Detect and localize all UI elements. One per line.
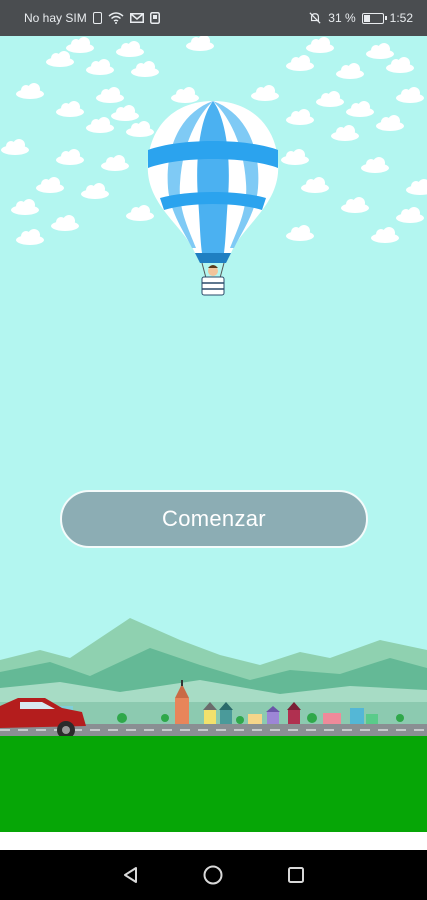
back-button[interactable] xyxy=(116,860,146,890)
sim-icon xyxy=(92,12,102,24)
bottom-strip xyxy=(0,832,427,850)
hot-air-balloon xyxy=(147,101,279,296)
grass-ground xyxy=(0,736,427,832)
battery-fill xyxy=(363,14,370,22)
landscape-decoration xyxy=(0,618,427,739)
status-right: 31 % 1:52 xyxy=(308,11,413,25)
clock: 1:52 xyxy=(389,11,413,25)
recents-icon xyxy=(287,867,304,883)
carrier-label: No hay SIM xyxy=(24,11,87,25)
status-left: No hay SIM xyxy=(24,11,160,25)
mute-icon xyxy=(309,12,321,24)
navigation-bar xyxy=(0,850,427,900)
start-button[interactable]: Comenzar xyxy=(60,490,368,548)
wifi-icon xyxy=(108,12,124,24)
mail-icon xyxy=(129,13,144,23)
battery-percent: 31 % xyxy=(328,11,356,25)
recents-button[interactable] xyxy=(281,860,311,890)
screenshot-icon xyxy=(149,12,160,24)
home-icon xyxy=(203,865,223,885)
back-icon xyxy=(124,867,138,883)
status-bar: No hay SIM 31 % 1:52 xyxy=(0,0,427,36)
battery-icon xyxy=(361,12,387,24)
home-button[interactable] xyxy=(198,860,228,890)
